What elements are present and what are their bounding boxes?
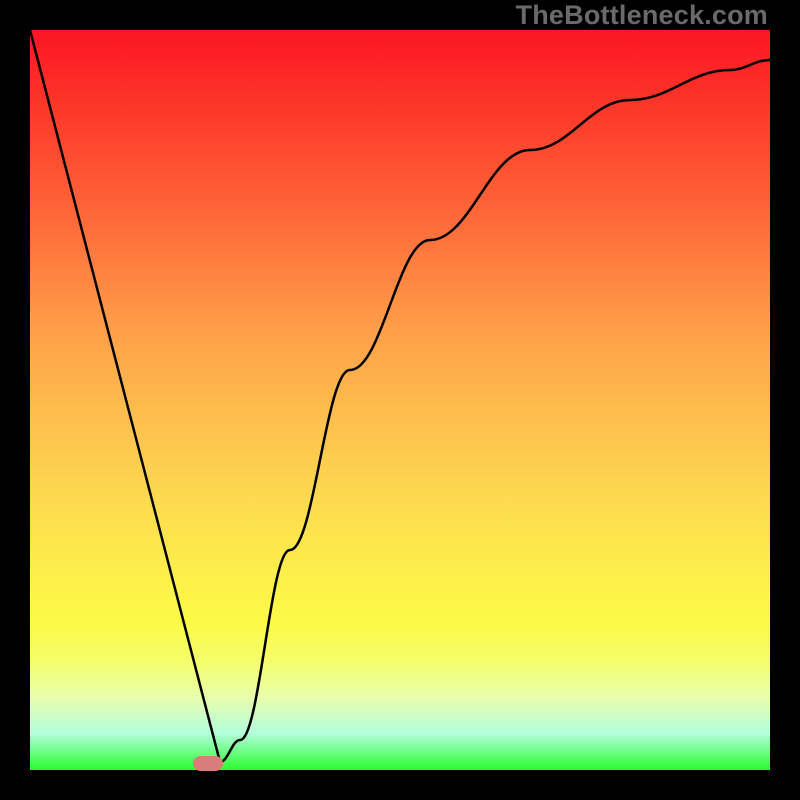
curve-svg — [30, 30, 770, 770]
bottleneck-curve-path — [30, 30, 770, 762]
chart-container: TheBottleneck.com — [0, 0, 800, 800]
minimum-marker — [193, 756, 223, 771]
watermark-text: TheBottleneck.com — [516, 0, 768, 31]
plot-area — [30, 30, 770, 770]
